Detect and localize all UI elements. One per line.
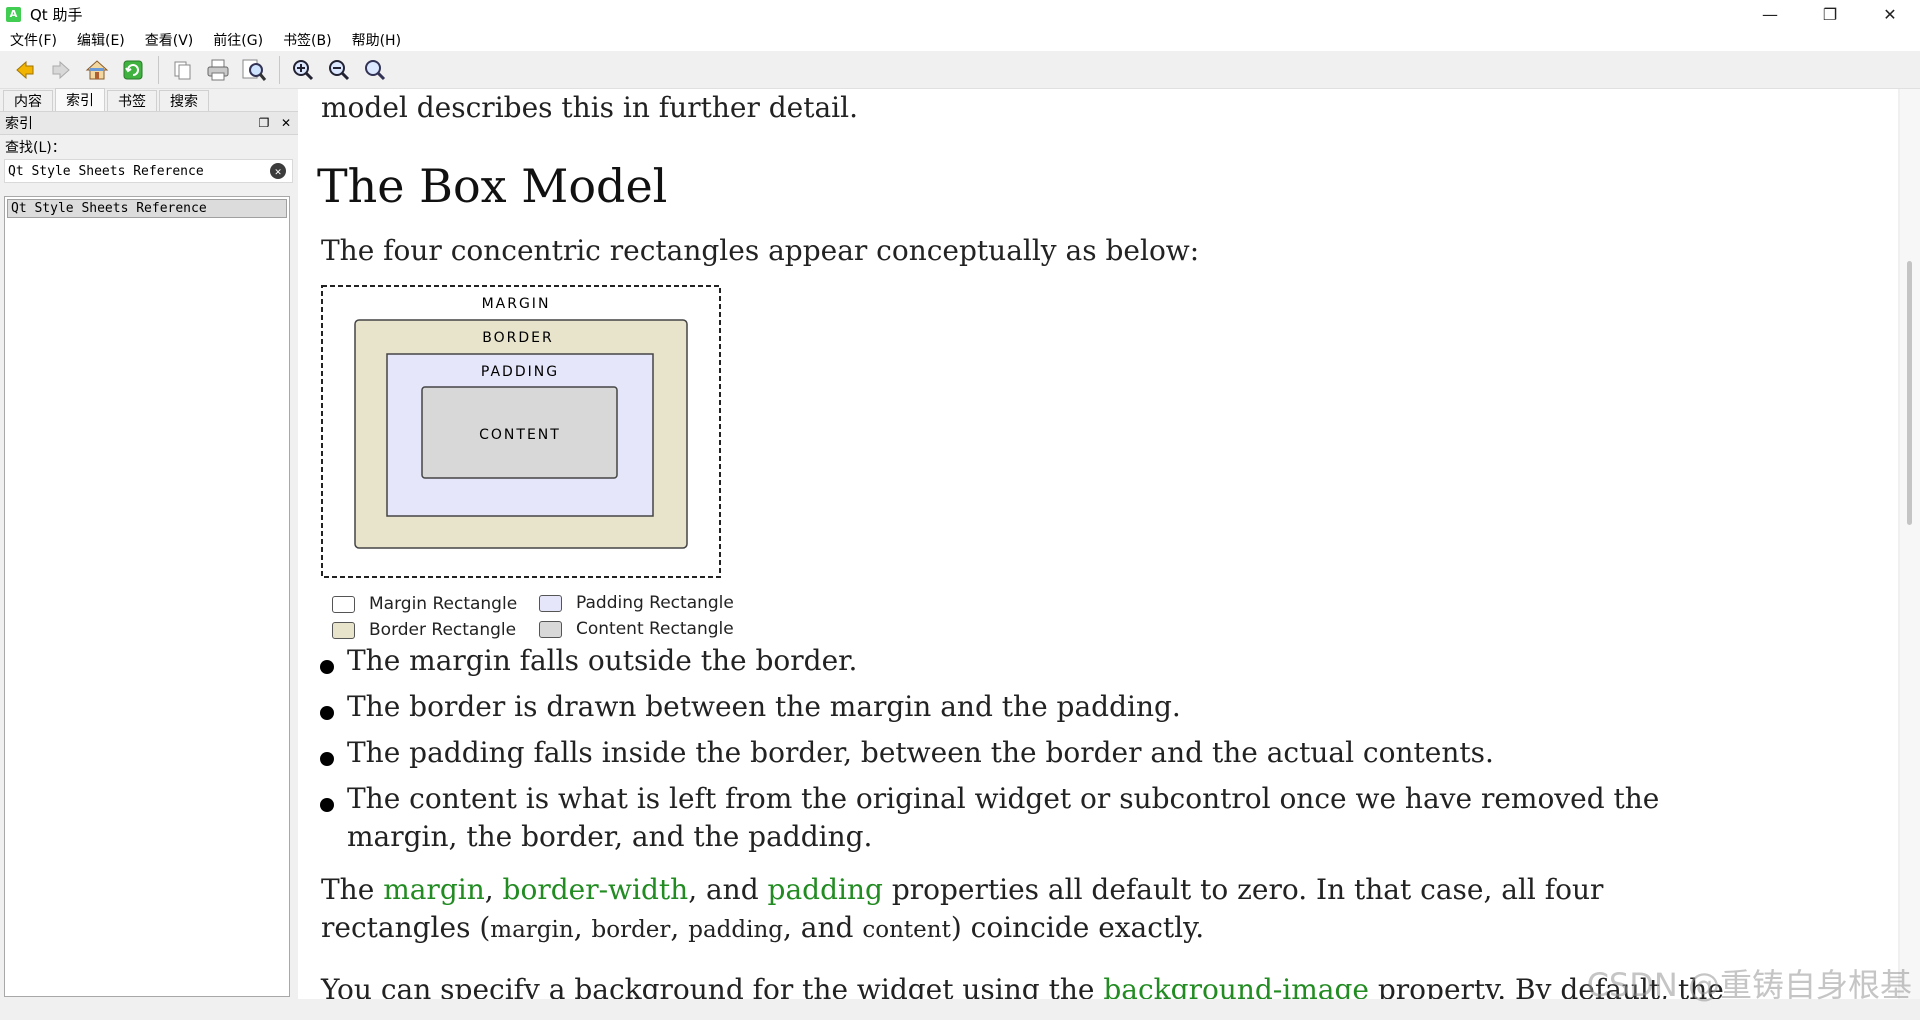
text-run: properties all default to zero. In that … [882,873,1604,906]
list-item-continuation: margin, the border, and the padding. [347,820,873,853]
margin-link[interactable]: margin [383,873,485,906]
menu-bar: 文件(F) 编辑(E) 查看(V) 前往(G) 书签(B) 帮助(H) [0,29,1920,51]
tab-search[interactable]: 搜索 [159,90,209,111]
legend-margin: Margin Rectangle [332,594,517,614]
menu-bookmarks[interactable]: 书签(B) [273,30,342,50]
menu-edit[interactable]: 编辑(E) [67,30,135,50]
code-padding: padding [688,917,783,943]
text-run: ) coincide exactly. [950,911,1205,944]
qt-assistant-app-icon: A [6,7,21,22]
text-run: , [670,911,689,944]
legend-swatch-border [332,621,355,639]
legend-swatch-margin [332,595,355,613]
previous-paragraph-line: model describes this in further detail. [321,91,858,124]
bullet-icon [320,798,334,812]
list-item: The padding falls inside the border, bet… [347,736,1494,769]
legend-label: Content Rectangle [576,619,734,639]
sidebar-tabs: 内容 索引 书签 搜索 [0,88,298,111]
border-width-link[interactable]: border-width [503,873,689,906]
legend-label: Margin Rectangle [369,594,518,614]
clear-search-icon[interactable]: ✕ [270,163,286,179]
toolbar [0,51,1920,89]
vertical-scrollbar[interactable] [1900,89,1920,999]
content-label: CONTENT [479,427,561,443]
tab-bookmarks[interactable]: 书签 [107,90,157,111]
box-model-diagram: MARGIN BORDER PADDING CONTENT [321,285,721,583]
legend-label: Border Rectangle [369,620,517,640]
border-label: BORDER [482,330,553,346]
intro-paragraph: The four concentric rectangles appear co… [321,234,1200,267]
find-label: 查找(L)： [5,140,66,156]
print-icon[interactable] [203,55,233,85]
index-result-list[interactable]: Qt Style Sheets Reference [4,196,290,997]
close-button[interactable]: ✕ [1860,0,1920,29]
menu-go[interactable]: 前往(G) [203,30,273,50]
code-border: border [591,917,671,943]
bullet-icon [320,752,334,766]
code-margin: margin [490,917,574,943]
page-title: The Box Model [317,159,668,213]
zoom-in-icon[interactable] [288,55,318,85]
toolbar-separator [279,55,280,84]
window-title: Qt 助手 [30,6,83,24]
window-controls: — ❐ ✕ [1740,0,1920,29]
list-item: The content is what is left from the ori… [347,782,1660,815]
back-arrow-icon[interactable] [10,55,40,85]
legend-content: Content Rectangle [539,619,734,639]
defaults-paragraph-line-1: The margin, border-width, and padding pr… [321,873,1603,906]
zoom-reset-icon[interactable] [360,55,390,85]
dock-title-label: 索引 [5,116,33,132]
background-paragraph-line: You can specify a background for the wid… [321,973,1724,999]
scrollbar-thumb[interactable] [1907,261,1912,525]
tab-contents[interactable]: 内容 [3,90,53,111]
close-dock-icon[interactable]: ✕ [279,116,293,130]
index-dock-title: 索引 ❐ ✕ [0,111,298,135]
find-icon[interactable] [239,55,269,85]
padding-link[interactable]: padding [768,873,883,906]
list-item: The border is drawn between the margin a… [347,690,1181,723]
float-dock-icon[interactable]: ❐ [257,116,271,130]
sidebar: 内容 索引 书签 搜索 索引 ❐ ✕ 查找(L)： Qt Style Sheet… [0,88,298,1020]
forward-arrow-icon[interactable] [46,55,76,85]
index-search-input[interactable]: Qt Style Sheets Reference ✕ [4,159,293,183]
text-run: , [573,911,592,944]
padding-label: PADDING [481,364,559,380]
tab-index[interactable]: 索引 [55,88,105,111]
document-view[interactable]: model describes this in further detail. … [298,89,1898,999]
legend-border: Border Rectangle [332,620,516,640]
text-run: , and [783,911,863,944]
margin-label: MARGIN [482,296,551,312]
text-run: rectangles ( [321,911,491,944]
text-run: You can specify a background for the wid… [321,973,1104,999]
list-item[interactable]: Qt Style Sheets Reference [7,199,287,218]
toolbar-separator [158,55,159,84]
list-item: The margin falls outside the border. [347,644,858,677]
copy-icon[interactable] [167,55,197,85]
text-run: , and [688,873,768,906]
background-image-link[interactable]: background-image [1103,973,1369,999]
text-run: , [484,873,503,906]
legend-swatch-padding [539,594,562,612]
minimize-button[interactable]: — [1740,0,1800,29]
code-content: content [862,917,951,943]
index-search-value[interactable]: Qt Style Sheets Reference [8,164,270,179]
sync-icon[interactable] [118,55,148,85]
zoom-out-icon[interactable] [324,55,354,85]
legend-swatch-content [539,620,562,638]
menu-help[interactable]: 帮助(H) [342,30,411,50]
defaults-paragraph-line-2: rectangles (margin, border, padding, and… [321,911,1204,944]
legend-label: Padding Rectangle [576,593,734,613]
home-icon[interactable] [82,55,112,85]
text-run: The [321,873,384,906]
menu-file[interactable]: 文件(F) [0,30,67,50]
restore-button[interactable]: ❐ [1800,0,1860,29]
bullet-icon [320,706,334,720]
title-bar: A Qt 助手 — ❐ ✕ [0,0,1920,29]
watermark: CSDN @重铸自身根基 [1586,966,1912,1004]
menu-view[interactable]: 查看(V) [135,30,204,50]
bullet-icon [320,660,334,674]
legend-padding: Padding Rectangle [539,593,734,613]
